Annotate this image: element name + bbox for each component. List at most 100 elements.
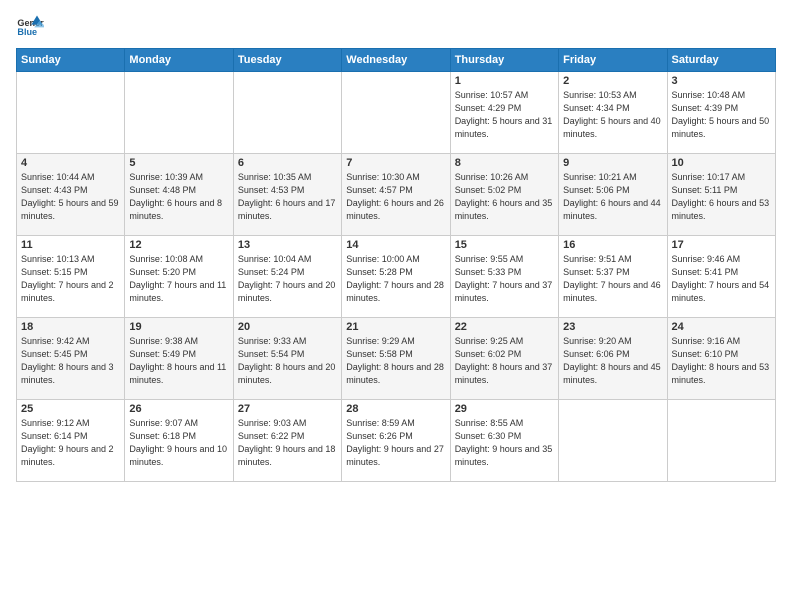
day-info: Sunrise: 10:39 AMSunset: 4:48 PMDaylight… xyxy=(129,171,228,223)
day-info: Sunrise: 10:48 AMSunset: 4:39 PMDaylight… xyxy=(672,89,771,141)
day-info: Sunrise: 10:21 AMSunset: 5:06 PMDaylight… xyxy=(563,171,662,223)
day-header-friday: Friday xyxy=(559,49,667,72)
week-row-1: 1 Sunrise: 10:57 AMSunset: 4:29 PMDayligh… xyxy=(17,72,776,154)
day-info: Sunrise: 9:38 AMSunset: 5:49 PMDaylight:… xyxy=(129,335,228,387)
calendar-cell: 20 Sunrise: 9:33 AMSunset: 5:54 PMDayligh… xyxy=(233,318,341,400)
day-number: 16 xyxy=(563,239,662,251)
calendar-cell: 22 Sunrise: 9:25 AMSunset: 6:02 PMDayligh… xyxy=(450,318,558,400)
day-info: Sunrise: 9:20 AMSunset: 6:06 PMDaylight:… xyxy=(563,335,662,387)
day-info: Sunrise: 8:55 AMSunset: 6:30 PMDaylight:… xyxy=(455,417,554,469)
day-info: Sunrise: 10:08 AMSunset: 5:20 PMDaylight… xyxy=(129,253,228,305)
calendar-cell: 8 Sunrise: 10:26 AMSunset: 5:02 PMDayligh… xyxy=(450,154,558,236)
day-info: Sunrise: 10:26 AMSunset: 5:02 PMDaylight… xyxy=(455,171,554,223)
day-info: Sunrise: 9:46 AMSunset: 5:41 PMDaylight:… xyxy=(672,253,771,305)
day-number: 28 xyxy=(346,403,445,415)
day-number: 9 xyxy=(563,157,662,169)
week-row-5: 25 Sunrise: 9:12 AMSunset: 6:14 PMDayligh… xyxy=(17,400,776,482)
day-info: Sunrise: 10:57 AMSunset: 4:29 PMDaylight… xyxy=(455,89,554,141)
day-info: Sunrise: 10:04 AMSunset: 5:24 PMDaylight… xyxy=(238,253,337,305)
calendar-cell: 27 Sunrise: 9:03 AMSunset: 6:22 PMDayligh… xyxy=(233,400,341,482)
calendar-cell: 3Sunrise: 10:48 AMSunset: 4:39 PMDayligh… xyxy=(667,72,775,154)
week-row-2: 4 Sunrise: 10:44 AMSunset: 4:43 PMDayligh… xyxy=(17,154,776,236)
calendar-cell: 24 Sunrise: 9:16 AMSunset: 6:10 PMDayligh… xyxy=(667,318,775,400)
calendar-cell xyxy=(233,72,341,154)
day-number: 17 xyxy=(672,239,771,251)
calendar-cell: 23 Sunrise: 9:20 AMSunset: 6:06 PMDayligh… xyxy=(559,318,667,400)
day-number: 21 xyxy=(346,321,445,333)
logo-icon: General Blue xyxy=(16,12,44,40)
calendar-cell xyxy=(559,400,667,482)
calendar-cell: 2 Sunrise: 10:53 AMSunset: 4:34 PMDayligh… xyxy=(559,72,667,154)
day-info: Sunrise: 10:35 AMSunset: 4:53 PMDaylight… xyxy=(238,171,337,223)
day-number: 24 xyxy=(672,321,771,333)
day-info: Sunrise: 9:25 AMSunset: 6:02 PMDaylight:… xyxy=(455,335,554,387)
day-number: 18 xyxy=(21,321,120,333)
day-number: 2 xyxy=(563,75,662,87)
day-info: Sunrise: 10:30 AMSunset: 4:57 PMDaylight… xyxy=(346,171,445,223)
day-info: Sunrise: 8:59 AMSunset: 6:26 PMDaylight:… xyxy=(346,417,445,469)
calendar-cell: 6 Sunrise: 10:35 AMSunset: 4:53 PMDayligh… xyxy=(233,154,341,236)
day-number: 19 xyxy=(129,321,228,333)
calendar-cell: 17 Sunrise: 9:46 AMSunset: 5:41 PMDayligh… xyxy=(667,236,775,318)
day-header-thursday: Thursday xyxy=(450,49,558,72)
day-header-tuesday: Tuesday xyxy=(233,49,341,72)
day-number: 8 xyxy=(455,157,554,169)
calendar-cell: 5 Sunrise: 10:39 AMSunset: 4:48 PMDayligh… xyxy=(125,154,233,236)
day-number: 23 xyxy=(563,321,662,333)
day-number: 14 xyxy=(346,239,445,251)
day-number: 15 xyxy=(455,239,554,251)
day-header-sunday: Sunday xyxy=(17,49,125,72)
week-row-3: 11 Sunrise: 10:13 AMSunset: 5:15 PMDaylig… xyxy=(17,236,776,318)
logo: General Blue xyxy=(16,12,44,40)
calendar-cell: 13 Sunrise: 10:04 AMSunset: 5:24 PMDaylig… xyxy=(233,236,341,318)
calendar-cell xyxy=(17,72,125,154)
day-number: 20 xyxy=(238,321,337,333)
day-number: 29 xyxy=(455,403,554,415)
calendar-cell: 16 Sunrise: 9:51 AMSunset: 5:37 PMDayligh… xyxy=(559,236,667,318)
day-info: Sunrise: 10:00 AMSunset: 5:28 PMDaylight… xyxy=(346,253,445,305)
day-number: 6 xyxy=(238,157,337,169)
day-number: 5 xyxy=(129,157,228,169)
day-number: 12 xyxy=(129,239,228,251)
calendar-cell: 7 Sunrise: 10:30 AMSunset: 4:57 PMDayligh… xyxy=(342,154,450,236)
calendar-cell xyxy=(125,72,233,154)
day-number: 7 xyxy=(346,157,445,169)
day-number: 22 xyxy=(455,321,554,333)
day-info: Sunrise: 9:33 AMSunset: 5:54 PMDaylight:… xyxy=(238,335,337,387)
day-number: 13 xyxy=(238,239,337,251)
day-info: Sunrise: 9:55 AMSunset: 5:33 PMDaylight:… xyxy=(455,253,554,305)
calendar-cell: 12 Sunrise: 10:08 AMSunset: 5:20 PMDaylig… xyxy=(125,236,233,318)
day-info: Sunrise: 9:07 AMSunset: 6:18 PMDaylight:… xyxy=(129,417,228,469)
calendar-cell: 26 Sunrise: 9:07 AMSunset: 6:18 PMDayligh… xyxy=(125,400,233,482)
calendar-cell: 10Sunrise: 10:17 AMSunset: 5:11 PMDaylig… xyxy=(667,154,775,236)
day-number: 4 xyxy=(21,157,120,169)
day-info: Sunrise: 10:53 AMSunset: 4:34 PMDaylight… xyxy=(563,89,662,141)
calendar-cell: 11 Sunrise: 10:13 AMSunset: 5:15 PMDaylig… xyxy=(17,236,125,318)
day-header-monday: Monday xyxy=(125,49,233,72)
week-row-4: 18 Sunrise: 9:42 AMSunset: 5:45 PMDayligh… xyxy=(17,318,776,400)
calendar-cell: 19 Sunrise: 9:38 AMSunset: 5:49 PMDayligh… xyxy=(125,318,233,400)
page-header: General Blue xyxy=(16,12,776,40)
day-header-wednesday: Wednesday xyxy=(342,49,450,72)
day-number: 1 xyxy=(455,75,554,87)
day-info: Sunrise: 9:12 AMSunset: 6:14 PMDaylight:… xyxy=(21,417,120,469)
day-info: Sunrise: 9:03 AMSunset: 6:22 PMDaylight:… xyxy=(238,417,337,469)
day-info: Sunrise: 9:42 AMSunset: 5:45 PMDaylight:… xyxy=(21,335,120,387)
days-header-row: SundayMondayTuesdayWednesdayThursdayFrid… xyxy=(17,49,776,72)
day-info: Sunrise: 9:16 AMSunset: 6:10 PMDaylight:… xyxy=(672,335,771,387)
day-number: 27 xyxy=(238,403,337,415)
calendar-cell: 14 Sunrise: 10:00 AMSunset: 5:28 PMDaylig… xyxy=(342,236,450,318)
day-number: 11 xyxy=(21,239,120,251)
calendar-cell: 25 Sunrise: 9:12 AMSunset: 6:14 PMDayligh… xyxy=(17,400,125,482)
calendar-cell: 4 Sunrise: 10:44 AMSunset: 4:43 PMDayligh… xyxy=(17,154,125,236)
calendar-cell: 15 Sunrise: 9:55 AMSunset: 5:33 PMDayligh… xyxy=(450,236,558,318)
day-info: Sunrise: 10:17 AMSunset: 5:11 PMDaylight… xyxy=(672,171,771,223)
day-info: Sunrise: 9:51 AMSunset: 5:37 PMDaylight:… xyxy=(563,253,662,305)
day-number: 25 xyxy=(21,403,120,415)
day-info: Sunrise: 10:13 AMSunset: 5:15 PMDaylight… xyxy=(21,253,120,305)
day-number: 26 xyxy=(129,403,228,415)
day-info: Sunrise: 10:44 AMSunset: 4:43 PMDaylight… xyxy=(21,171,120,223)
calendar-cell: 18 Sunrise: 9:42 AMSunset: 5:45 PMDayligh… xyxy=(17,318,125,400)
calendar-cell: 28 Sunrise: 8:59 AMSunset: 6:26 PMDayligh… xyxy=(342,400,450,482)
calendar-cell: 9 Sunrise: 10:21 AMSunset: 5:06 PMDayligh… xyxy=(559,154,667,236)
